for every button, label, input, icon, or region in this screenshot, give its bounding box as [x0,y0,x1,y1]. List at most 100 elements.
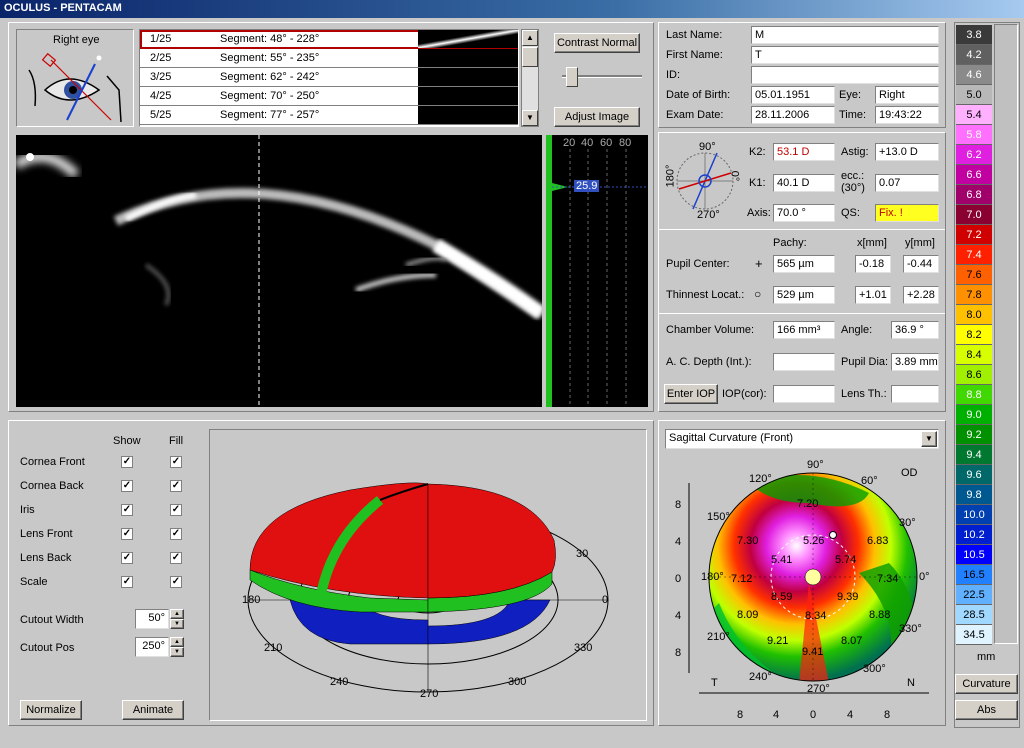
pupil-x-field: -0.18 [855,255,891,273]
eye-icon [28,52,122,123]
map-degree: 330° [899,623,922,635]
scroll-down-icon[interactable]: ▼ [522,110,538,126]
cutout-pos-spinner[interactable]: ▲ ▼ [170,637,184,657]
map-type-select[interactable]: Sagittal Curvature (Front) [665,429,939,449]
iop-field[interactable] [773,385,835,403]
keratometry-panel: 90° 0° 270° 180° K2: 53.1 D Astig: +13.0… [658,132,946,412]
map-value: 5.26 [803,535,825,547]
map-value: 7.34 [877,573,899,585]
map-value: 8.34 [805,610,827,622]
map-y-tick: 4 [675,536,682,548]
show-lens-front-checkbox[interactable]: ✓ [121,528,133,540]
legend-value: 5.0 [956,85,992,105]
ecc-field: 0.07 [875,174,939,192]
legend-scrollbar[interactable] [994,24,1018,644]
map-value: 8.07 [841,635,863,647]
map-degree: 0° [919,571,930,583]
densito-value: 25.9 [574,180,600,192]
slider-handle[interactable] [566,67,578,87]
show-scale-checkbox[interactable]: ✓ [121,576,133,588]
thinnest-x-field: +1.01 [855,286,891,304]
spin-down-icon[interactable]: ▼ [170,619,184,629]
legend-value: 7.6 [956,265,992,285]
map-value: 5.74 [835,554,857,566]
fill-cornea-back-checkbox[interactable]: ✓ [170,480,182,492]
enter-iop-button[interactable]: Enter IOP [664,384,718,404]
show-lens-back-checkbox[interactable]: ✓ [121,552,133,564]
eye-selector[interactable]: Right eye [16,29,134,127]
scroll-up-icon[interactable]: ▲ [522,30,538,46]
legend-value: 10.0 [956,505,992,525]
map-x-tick: 8 [884,709,891,721]
segment-row[interactable]: 5/25 Segment: 77° - 257° [140,106,518,125]
segment-thumbnail [418,106,518,124]
thinnest-y-field: +2.28 [903,286,939,304]
map-y-tick: 8 [675,499,682,511]
spin-down-icon[interactable]: ▼ [170,647,184,657]
map-value: 8.59 [771,591,793,603]
last-name-field[interactable]: M [751,26,939,44]
adjust-image-button[interactable]: Adjust Image [554,107,640,127]
map-y-tick: 8 [675,647,682,659]
segment-list[interactable]: 1/25 Segment: 48° - 228° 2/25 Segment: 55°… [139,29,519,127]
segment-row[interactable]: 2/25 Segment: 55° - 235° [140,49,518,68]
segment-row[interactable]: 1/25 Segment: 48° - 228° [140,30,518,49]
map-value: 7.30 [737,535,759,547]
normalize-button[interactable]: Normalize [20,700,82,720]
time-field[interactable]: 19:43:22 [875,106,939,124]
exam-date-field[interactable]: 28.11.2006 [751,106,835,124]
legend-value: 34.5 [956,625,992,645]
contrast-normal-button[interactable]: Contrast Normal [554,33,640,53]
show-cornea-front-checkbox[interactable]: ✓ [121,456,133,468]
pupil-dia-field: 3.89 mm [891,353,939,371]
spin-up-icon[interactable]: ▲ [170,637,184,647]
legend-value: 8.8 [956,385,992,405]
astig-field: +13.0 D [875,143,939,161]
fill-scale-checkbox[interactable]: ✓ [170,576,182,588]
legend-value: 7.2 [956,225,992,245]
scroll-thumb[interactable] [522,47,538,67]
fill-cornea-front-checkbox[interactable]: ✓ [170,456,182,468]
id-field[interactable] [751,66,939,84]
segment-row[interactable]: 4/25 Segment: 70° - 250° [140,87,518,106]
plus-icon: + [755,256,763,271]
eye-field[interactable]: Right [875,86,939,104]
legend-value: 5.4 [956,105,992,125]
curvature-mode-button[interactable]: Curvature [955,674,1018,694]
map-value: 8.09 [737,609,759,621]
curvature-map[interactable] [659,453,947,723]
map-panel: Sagittal Curvature (Front) ▼ OD 5.26 6.8… [658,420,946,726]
segment-row[interactable]: 3/25 Segment: 62° - 242° [140,68,518,87]
thinnest-pachy-field: 529 µm [773,286,835,304]
segment-scrollbar[interactable]: ▲ ▼ [521,29,539,127]
spin-up-icon[interactable]: ▲ [170,609,184,619]
contrast-slider[interactable] [562,63,642,91]
scheimpflug-panel: Right eye 1/25 Segment: 48° - 228° 2/25 Se… [8,22,654,412]
angle-field: 36.9 ° [891,321,939,339]
segment-thumbnail [418,30,518,48]
legend-unit: mm [977,651,996,663]
cutout-width-field[interactable]: 50° [135,609,169,629]
first-name-field[interactable]: T [751,46,939,64]
dob-field[interactable]: 05.01.1951 [751,86,835,104]
legend-value: 9.6 [956,465,992,485]
fill-iris-checkbox[interactable]: ✓ [170,504,182,516]
chevron-down-icon[interactable]: ▼ [921,431,937,447]
cutout-width-spinner[interactable]: ▲ ▼ [170,609,184,629]
fill-lens-front-checkbox[interactable]: ✓ [170,528,182,540]
scheimpflug-image[interactable] [16,135,542,407]
cutout-pos-field[interactable]: 250° [135,637,169,657]
legend-value: 5.8 [956,125,992,145]
map-degree: 300° [863,663,886,675]
abs-scale-button[interactable]: Abs [955,700,1018,720]
view3d-canvas[interactable]: 30 0 330 300 270 240 210 180 [209,429,647,721]
animate-button[interactable]: Animate [122,700,184,720]
legend-value: 28.5 [956,605,992,625]
show-iris-checkbox[interactable]: ✓ [121,504,133,516]
scale-label: 270 [420,688,439,700]
fill-lens-back-checkbox[interactable]: ✓ [170,552,182,564]
show-cornea-back-checkbox[interactable]: ✓ [121,480,133,492]
legend-value: 3.8 [956,25,992,45]
map-degree: 180° [701,571,724,583]
axis-field: 70.0 ° [773,204,835,222]
